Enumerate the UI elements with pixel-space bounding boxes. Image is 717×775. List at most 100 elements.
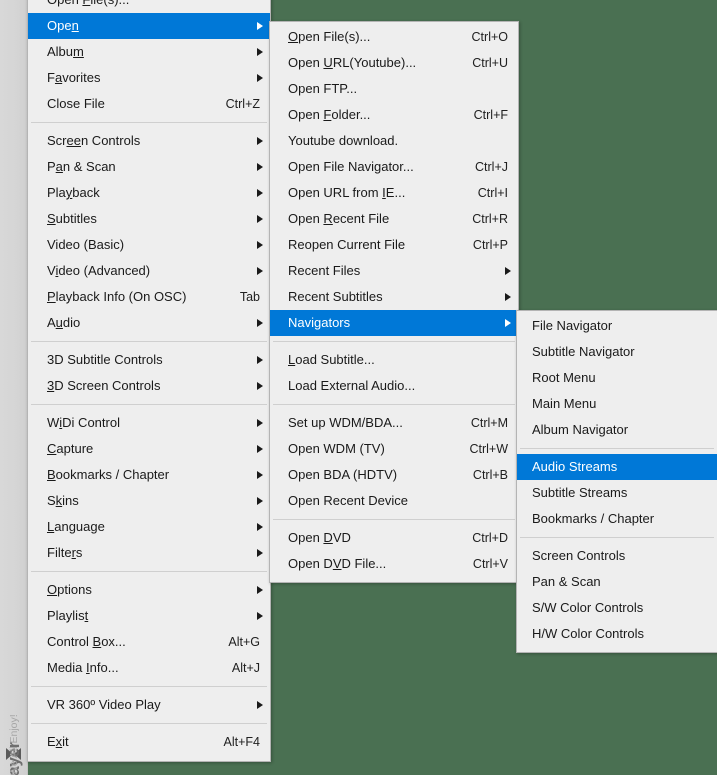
menu-item-label: Recent Subtitles (288, 289, 383, 304)
menu-item-open-file-navigator[interactable]: Open File Navigator... Ctrl+J (270, 154, 518, 180)
menu-item-3d-subtitle-controls[interactable]: 3D Subtitle Controls (28, 347, 270, 373)
menu-item-open-file-s[interactable]: Open File(s)... (28, 0, 270, 13)
submenu-arrow-icon (500, 258, 512, 284)
open-submenu[interactable]: Open File(s)... Ctrl+O Open URL(Youtube)..… (269, 21, 519, 583)
menu-item-close-file[interactable]: Close File Ctrl+Z (28, 91, 270, 117)
menu-item-widi-control[interactable]: WiDi Control (28, 410, 270, 436)
kmplayer-branding-strip: KMPlayer We All Enjoy! (0, 0, 28, 775)
menu-item-bookmarks-chapter[interactable]: Bookmarks / Chapter (517, 506, 717, 532)
main-context-menu[interactable]: Open File(s)... Open Album Favorites Close F… (27, 0, 271, 762)
menu-item-main-menu[interactable]: Main Menu (517, 391, 717, 417)
menu-item-open-bda-hdtv[interactable]: Open BDA (HDTV) Ctrl+B (270, 462, 518, 488)
menu-separator (520, 448, 714, 449)
menu-item-bookmarks-chapter[interactable]: Bookmarks / Chapter (28, 462, 270, 488)
menu-item-label: Open FTP... (288, 81, 358, 96)
menu-item-shortcut: Ctrl+M (470, 416, 508, 430)
menu-item-label: Album Navigator (532, 422, 629, 437)
menu-item-label: Main Menu (532, 396, 597, 411)
menu-item-screen-controls[interactable]: Screen Controls (517, 543, 717, 569)
submenu-arrow-icon (252, 603, 264, 629)
menu-item-label: Close File (47, 96, 105, 111)
menu-item-shortcut: Tab (239, 290, 260, 304)
menu-item-navigators[interactable]: Navigators (270, 310, 518, 336)
menu-item-label: Options (47, 582, 92, 597)
menu-item-capture[interactable]: Capture (28, 436, 270, 462)
menu-item-shortcut: Ctrl+P (472, 238, 508, 252)
menu-item-label: Open File(s)... (47, 0, 129, 13)
menu-item-album[interactable]: Album (28, 39, 270, 65)
menu-item-open-folder[interactable]: Open Folder... Ctrl+F (270, 102, 518, 128)
menu-item-set-up-wdm-bda[interactable]: Set up WDM/BDA... Ctrl+M (270, 410, 518, 436)
menu-item-label: Language (47, 519, 105, 534)
menu-item-video-basic[interactable]: Video (Basic) (28, 232, 270, 258)
submenu-arrow-icon (252, 65, 264, 91)
menu-item-root-menu[interactable]: Root Menu (517, 365, 717, 391)
menu-separator (31, 341, 267, 342)
menu-item-label: Open (47, 18, 79, 33)
menu-item-open-url-from-ie[interactable]: Open URL from IE... Ctrl+I (270, 180, 518, 206)
menu-item-label: Recent Files (288, 263, 361, 278)
menu-item-h-w-color-controls[interactable]: H/W Color Controls (517, 621, 717, 647)
menu-item-label: Filters (47, 545, 83, 560)
menu-item-label: 3D Subtitle Controls (47, 352, 163, 367)
menu-item-playback[interactable]: Playback (28, 180, 270, 206)
menu-item-3d-screen-controls[interactable]: 3D Screen Controls (28, 373, 270, 399)
menu-item-open-wdm-tv[interactable]: Open WDM (TV) Ctrl+W (270, 436, 518, 462)
menu-item-shortcut: Alt+F4 (223, 735, 260, 749)
menu-item-label: Open Recent Device (288, 493, 408, 508)
menu-item-label: Open BDA (HDTV) (288, 467, 398, 482)
submenu-arrow-icon (252, 154, 264, 180)
menu-item-label: Favorites (47, 70, 101, 85)
menu-item-pan-scan[interactable]: Pan & Scan (517, 569, 717, 595)
menu-item-open-recent-file[interactable]: Open Recent File Ctrl+R (270, 206, 518, 232)
menu-item-exit[interactable]: Exit Alt+F4 (28, 729, 270, 755)
menu-item-album-navigator[interactable]: Album Navigator (517, 417, 717, 443)
menu-item-open[interactable]: Open (28, 13, 270, 39)
menu-item-skins[interactable]: Skins (28, 488, 270, 514)
menu-item-label: Open File(s)... (288, 29, 371, 44)
navigators-submenu[interactable]: File Navigator Subtitle Navigator Root Men… (516, 310, 717, 653)
menu-item-recent-subtitles[interactable]: Recent Subtitles (270, 284, 518, 310)
menu-item-label: Audio (47, 315, 81, 330)
menu-item-subtitles[interactable]: Subtitles (28, 206, 270, 232)
menu-item-pan-scan[interactable]: Pan & Scan (28, 154, 270, 180)
menu-item-options[interactable]: Options (28, 577, 270, 603)
submenu-arrow-icon (500, 310, 512, 336)
menu-item-shortcut: Ctrl+R (472, 212, 508, 226)
menu-item-media-info[interactable]: Media Info... Alt+J (28, 655, 270, 681)
menu-item-label: Load External Audio... (288, 378, 416, 393)
menu-item-label: Open URL(Youtube)... (288, 55, 417, 70)
menu-item-label: Control Box... (47, 634, 126, 649)
menu-item-reopen-current-file[interactable]: Reopen Current File Ctrl+P (270, 232, 518, 258)
menu-item-subtitle-navigator[interactable]: Subtitle Navigator (517, 339, 717, 365)
menu-item-subtitle-streams[interactable]: Subtitle Streams (517, 480, 717, 506)
menu-item-favorites[interactable]: Favorites (28, 65, 270, 91)
menu-item-audio[interactable]: Audio (28, 310, 270, 336)
menu-item-audio-streams[interactable]: Audio Streams (517, 454, 717, 480)
menu-item-open-recent-device[interactable]: Open Recent Device (270, 488, 518, 514)
menu-item-open-dvd-file[interactable]: Open DVD File... Ctrl+V (270, 551, 518, 577)
menu-item-file-navigator[interactable]: File Navigator (517, 313, 717, 339)
menu-item-open-dvd[interactable]: Open DVD Ctrl+D (270, 525, 518, 551)
submenu-arrow-icon (252, 310, 264, 336)
menu-item-label: Open DVD (288, 530, 351, 545)
submenu-arrow-icon (252, 128, 264, 154)
menu-item-open-file-s[interactable]: Open File(s)... Ctrl+O (270, 24, 518, 50)
menu-item-load-subtitle[interactable]: Load Subtitle... (270, 347, 518, 373)
menu-item-open-url-youtube[interactable]: Open URL(Youtube)... Ctrl+U (270, 50, 518, 76)
menu-item-load-external-audio[interactable]: Load External Audio... (270, 373, 518, 399)
menu-item-screen-controls[interactable]: Screen Controls (28, 128, 270, 154)
menu-item-language[interactable]: Language (28, 514, 270, 540)
menu-item-vr-360-video-play[interactable]: VR 360º Video Play (28, 692, 270, 718)
menu-item-recent-files[interactable]: Recent Files (270, 258, 518, 284)
menu-item-s-w-color-controls[interactable]: S/W Color Controls (517, 595, 717, 621)
menu-item-playlist[interactable]: Playlist (28, 603, 270, 629)
submenu-arrow-icon (252, 232, 264, 258)
submenu-arrow-icon (252, 347, 264, 373)
menu-item-open-ftp[interactable]: Open FTP... (270, 76, 518, 102)
menu-item-filters[interactable]: Filters (28, 540, 270, 566)
menu-item-control-box[interactable]: Control Box... Alt+G (28, 629, 270, 655)
menu-item-playback-info-on-osc[interactable]: Playback Info (On OSC) Tab (28, 284, 270, 310)
menu-item-video-advanced[interactable]: Video (Advanced) (28, 258, 270, 284)
menu-item-youtube-download[interactable]: Youtube download. (270, 128, 518, 154)
